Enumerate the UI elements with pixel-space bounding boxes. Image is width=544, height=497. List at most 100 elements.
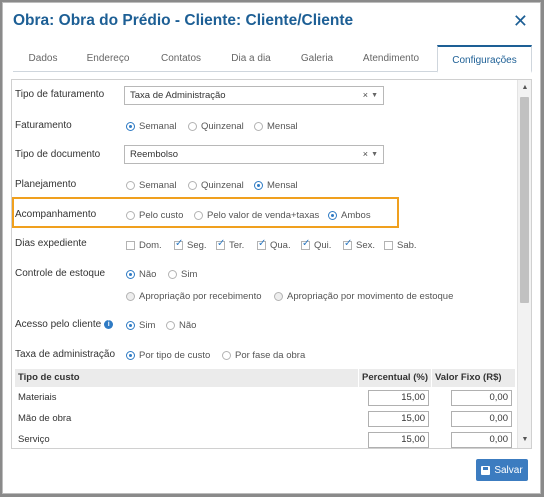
radio-icon[interactable] [188,181,197,190]
percent-input[interactable]: 15,00 [368,390,429,406]
taxa-option-fase-obra[interactable]: Por fase da obra [222,350,305,361]
radio-selected-icon[interactable] [328,211,337,220]
planejamento-option-semanal[interactable]: Semanal [126,180,177,191]
tab-endereco[interactable]: Endereço [75,45,141,72]
scrollbar-thumb[interactable] [520,97,529,303]
radio-selected-icon[interactable] [126,270,135,279]
radio-icon[interactable] [188,122,197,131]
day-sex[interactable]: Sex. [343,238,375,251]
table-row: Serviço 15,00 0,00 [15,431,515,448]
tab-bar: Dados Endereço Contatos Dia a dia Galeri… [13,45,532,73]
vertical-scrollbar[interactable]: ▲ ▼ [517,80,531,448]
tab-configuracoes[interactable]: Configurações [437,45,532,73]
tab-dados[interactable]: Dados [15,45,71,72]
estoque-apropriacao-recebimento[interactable]: Apropriação por recebimento [126,291,262,302]
radio-selected-icon[interactable] [126,122,135,131]
radio-icon[interactable] [126,211,135,220]
settings-panel: Tipo de faturamento Taxa de Administraçã… [11,79,532,449]
fixed-value-input[interactable]: 0,00 [451,411,512,427]
tipo-faturamento-label: Tipo de faturamento [15,89,105,100]
checkbox-icon[interactable] [126,241,135,250]
option-label: Ambos [341,210,371,221]
radio-icon[interactable] [168,270,177,279]
radio-icon[interactable] [126,181,135,190]
faturamento-option-mensal[interactable]: Mensal [254,121,298,132]
day-seg[interactable]: Seg. [174,238,207,251]
save-button[interactable]: Salvar [476,459,528,481]
day-label: Sab. [397,240,417,251]
chevron-down-icon[interactable]: ▼ [371,87,378,104]
radio-disabled-icon[interactable] [274,292,283,301]
radio-disabled-icon[interactable] [126,292,135,301]
estoque-option-nao[interactable]: Não [126,269,156,280]
clear-icon[interactable]: × [363,87,368,104]
checkbox-checked-icon[interactable] [301,238,310,250]
day-dom[interactable]: Dom. [126,240,162,251]
option-label: Apropriação por movimento de estoque [287,291,454,302]
day-qua[interactable]: Qua. [257,238,291,251]
day-label: Qui. [314,240,332,251]
close-icon[interactable]: ✕ [513,12,528,30]
planejamento-option-mensal[interactable]: Mensal [254,180,298,191]
tab-galeria[interactable]: Galeria [289,45,345,72]
faturamento-option-semanal[interactable]: Semanal [126,121,177,132]
percent-input[interactable]: 15,00 [368,432,429,448]
acesso-option-nao[interactable]: Não [166,320,196,331]
tipo-documento-value: Reembolso [130,149,179,160]
fixed-value-input[interactable]: 0,00 [451,390,512,406]
clear-icon[interactable]: × [363,146,368,163]
col-percentual: Percentual (%) [362,372,428,383]
modal-titlebar: Obra: Obra do Prédio - Cliente: Cliente/… [3,3,540,43]
tipo-documento-select[interactable]: Reembolso × ▼ [124,145,384,164]
fixed-value-input[interactable]: 0,00 [451,432,512,448]
tab-contatos[interactable]: Contatos [149,45,213,72]
percent-input[interactable]: 15,00 [368,411,429,427]
estoque-apropriacao-movimento[interactable]: Apropriação por movimento de estoque [274,291,453,302]
estoque-option-sim[interactable]: Sim [168,269,197,280]
controle-estoque-label: Controle de estoque [15,268,106,279]
day-ter[interactable]: Ter. [216,238,244,251]
option-label: Quinzenal [201,180,244,191]
table-row: Materiais 15,00 0,00 [15,389,515,410]
radio-selected-icon[interactable] [126,351,135,360]
scroll-down-icon[interactable]: ▼ [518,434,531,446]
radio-icon[interactable] [194,211,203,220]
day-sab[interactable]: Sab. [384,240,417,251]
tipo-faturamento-select[interactable]: Taxa de Administração × ▼ [124,86,384,105]
option-label: Apropriação por recebimento [139,291,262,302]
acesso-option-sim[interactable]: Sim [126,320,155,331]
row-name: Mão de obra [18,413,72,424]
option-label: Semanal [139,121,177,132]
tab-dia-a-dia[interactable]: Dia a dia [221,45,281,72]
faturamento-option-quinzenal[interactable]: Quinzenal [188,121,244,132]
radio-icon[interactable] [254,122,263,131]
tab-atendimento[interactable]: Atendimento [353,45,429,72]
option-label: Mensal [267,180,298,191]
checkbox-checked-icon[interactable] [216,238,225,250]
radio-icon[interactable] [222,351,231,360]
taxa-option-tipo-custo[interactable]: Por tipo de custo [126,350,210,361]
planejamento-option-quinzenal[interactable]: Quinzenal [188,180,244,191]
option-label: Sim [139,320,156,331]
radio-selected-icon[interactable] [126,321,135,330]
radio-selected-icon[interactable] [254,181,263,190]
checkbox-checked-icon[interactable] [343,238,352,250]
checkbox-checked-icon[interactable] [257,238,266,250]
day-qui[interactable]: Qui. [301,238,332,251]
option-label: Semanal [139,180,177,191]
modal-title: Obra: Obra do Prédio - Cliente: Cliente/… [13,12,354,29]
info-icon[interactable]: i [104,319,114,329]
acompanhamento-option-valor-venda[interactable]: Pelo valor de venda+taxas [194,210,319,221]
dias-expediente-label: Dias expediente [15,238,87,249]
acompanhamento-option-pelo-custo[interactable]: Pelo custo [126,210,183,221]
checkbox-icon[interactable] [384,241,393,250]
tipo-faturamento-value: Taxa de Administração [130,90,226,101]
checkbox-checked-icon[interactable] [174,238,183,250]
option-label: Mensal [267,121,298,132]
scroll-up-icon[interactable]: ▲ [518,82,531,94]
chevron-down-icon[interactable]: ▼ [371,146,378,163]
acompanhamento-option-ambos[interactable]: Ambos [328,210,371,221]
radio-icon[interactable] [166,321,175,330]
row-name: Serviço [18,434,50,445]
day-label: Qua. [270,240,291,251]
